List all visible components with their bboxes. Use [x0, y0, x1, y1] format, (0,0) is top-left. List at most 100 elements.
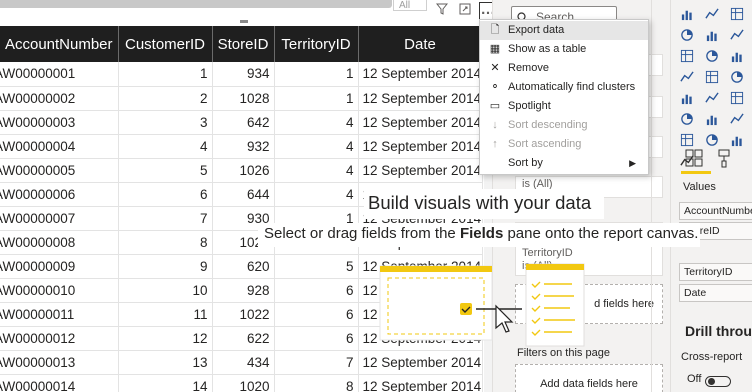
cell-accountnumber: AW00000001 [0, 62, 119, 87]
cell-storeid: 642 [212, 110, 275, 135]
ribbon-chart-icon[interactable] [727, 25, 748, 46]
add-fields-text: d fields here [594, 298, 654, 310]
menu-item-show-as-a-table[interactable]: ▦ Show as a table [480, 40, 648, 59]
table-header-row: AccountNumber CustomerID StoreID Territo… [0, 26, 483, 62]
spotlight-icon: ▭ [489, 100, 501, 112]
cell-customerid: 6 [118, 182, 213, 207]
cell-accountnumber: AW00000012 [0, 326, 119, 351]
value-field-date[interactable]: Date [679, 284, 752, 302]
slicer-icon[interactable] [727, 109, 748, 130]
focus-mode-icon[interactable] [456, 2, 474, 20]
value-field-territoryid[interactable]: TerritoryID [679, 263, 752, 281]
cell-date: 12 September 2014 [358, 374, 483, 392]
build-visuals-illustration [376, 262, 586, 352]
table-row[interactable]: AW00000014 14 1020 8 12 September 2014 [0, 374, 483, 392]
gauge-icon[interactable] [677, 88, 698, 109]
chevron-right-icon: ▶ [629, 158, 636, 168]
treemap-icon[interactable] [702, 67, 723, 88]
fields-well-icon[interactable] [683, 147, 705, 169]
menu-item-export-data[interactable]: 🗋 Export data [480, 21, 648, 40]
table-row[interactable]: AW00000001 1 934 1 12 September 2014 [0, 62, 483, 87]
menu-item-label: Export data [508, 24, 565, 36]
filter-icon[interactable] [433, 2, 451, 20]
visual-header: All … [0, 0, 492, 24]
waterfall-chart-icon[interactable] [677, 46, 698, 67]
stacked-column-chart-icon[interactable] [702, 4, 723, 25]
cell-accountnumber: AW00000007 [0, 206, 119, 231]
resize-grip[interactable] [240, 20, 248, 23]
pie-chart-icon[interactable] [727, 46, 748, 67]
table-visual-icon[interactable] [677, 109, 698, 130]
value-field-accountnumber[interactable]: AccountNumber [679, 202, 752, 220]
cell-customerid: 3 [118, 110, 213, 135]
card-icon[interactable] [702, 88, 723, 109]
column-header-customerid[interactable]: CustomerID [118, 26, 213, 62]
cell-territoryid: 6 [274, 278, 359, 303]
area-chart-icon[interactable] [702, 25, 723, 46]
cell-customerid: 10 [118, 278, 213, 303]
menu-item-sort-by[interactable]: Sort by ▶ [480, 154, 648, 173]
cell-customerid: 4 [118, 134, 213, 159]
matrix-icon[interactable] [702, 109, 723, 130]
toggle-state-label: Off [687, 373, 702, 385]
subtitle-text-after: pane onto the report canvas. [503, 225, 699, 242]
column-header-storeid[interactable]: StoreID [212, 26, 275, 62]
line-chart-icon[interactable] [677, 25, 698, 46]
slicer-scrollbar[interactable] [0, 0, 392, 8]
clustered-bar-chart-icon[interactable] [727, 4, 748, 25]
cell-customerid: 13 [118, 350, 213, 375]
slicer-value[interactable]: All [393, 0, 427, 11]
map-icon[interactable] [677, 67, 698, 88]
cell-date: 12 September 2014 [358, 350, 483, 375]
menu-item-spotlight[interactable]: ▭ Spotlight [480, 97, 648, 116]
cell-date: 12 September 2014 [358, 86, 483, 111]
stacked-bar-chart-icon[interactable] [677, 4, 698, 25]
active-tab-underline [681, 171, 711, 174]
table-row[interactable]: AW00000004 4 932 4 12 September 2014 [0, 134, 483, 159]
menu-item-label: Automatically find clusters [508, 81, 636, 93]
cell-storeid: 934 [212, 62, 275, 87]
add-data-fields-dropzone[interactable]: Add data fields here [515, 364, 663, 392]
cell-customerid: 11 [118, 302, 213, 327]
menu-item-automatically-find-clusters[interactable]: ⚬ Automatically find clusters [480, 78, 648, 97]
cell-date: 12 September 2014 [358, 110, 483, 135]
sort-ascending-icon: ↑ [492, 138, 498, 150]
cell-storeid: 1020 [212, 374, 275, 392]
cell-accountnumber: AW00000002 [0, 86, 119, 111]
table-row[interactable]: AW00000003 3 642 4 12 September 2014 [0, 110, 483, 135]
export-icon: 🗋 [490, 24, 500, 36]
menu-item-sort-descending: ↓ Sort descending [480, 116, 648, 135]
cell-territoryid: 4 [274, 110, 359, 135]
format-paintbrush-icon[interactable] [713, 147, 735, 169]
cell-date: 12 September 2014 [358, 158, 483, 183]
cell-territoryid: 7 [274, 350, 359, 375]
table-row[interactable]: AW00000002 2 1028 1 12 September 2014 [0, 86, 483, 111]
cell-storeid: 932 [212, 134, 275, 159]
table-icon: ▦ [489, 43, 501, 55]
cell-territoryid: 4 [274, 158, 359, 183]
cell-customerid: 2 [118, 86, 213, 111]
menu-item-label: Sort by [508, 157, 543, 169]
cell-customerid: 12 [118, 326, 213, 351]
table-row[interactable]: AW00000013 13 434 7 12 September 2014 [0, 350, 483, 375]
cell-storeid: 1028 [212, 86, 275, 111]
cell-accountnumber: AW00000005 [0, 158, 119, 183]
cell-customerid: 14 [118, 374, 213, 392]
cell-accountnumber: AW00000013 [0, 350, 119, 375]
empty-canvas-title: Build visuals with your data [364, 189, 604, 219]
menu-item-label: Spotlight [508, 100, 551, 112]
menu-item-label: Sort ascending [508, 138, 582, 150]
menu-item-label: Remove [508, 62, 549, 74]
column-header-territoryid[interactable]: TerritoryID [274, 26, 359, 62]
funnel-chart-icon[interactable] [727, 67, 748, 88]
cell-storeid: 928 [212, 278, 275, 303]
cell-territoryid: 8 [274, 374, 359, 392]
column-header-accountnumber[interactable]: AccountNumber [0, 26, 119, 62]
cell-date: 12 September 2014 [358, 134, 483, 159]
scatter-chart-icon[interactable] [702, 46, 723, 67]
menu-item-remove[interactable]: ✕ Remove [480, 59, 648, 78]
kpi-icon[interactable] [727, 88, 748, 109]
column-header-date[interactable]: Date [358, 26, 483, 62]
cross-report-toggle[interactable] [705, 376, 731, 387]
table-row[interactable]: AW00000005 5 1026 4 12 September 2014 [0, 158, 483, 183]
